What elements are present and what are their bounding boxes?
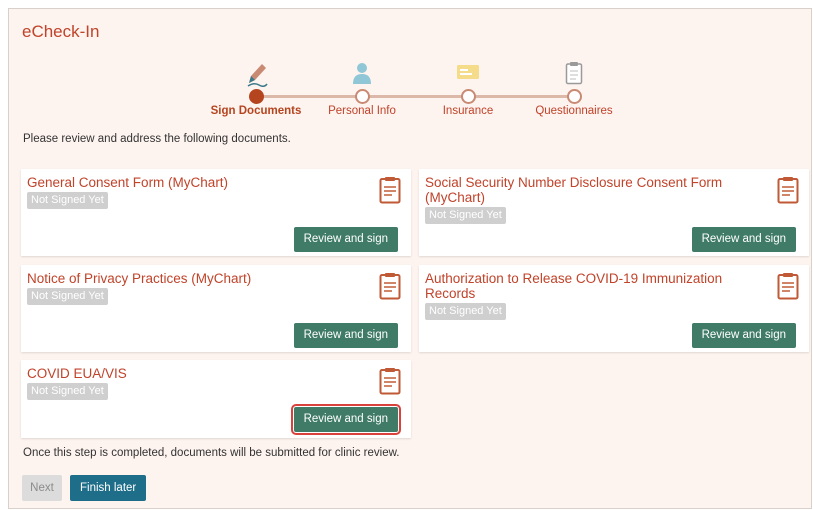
document-card: Notice of Privacy Practices (MyChart) No… — [21, 265, 411, 352]
document-title[interactable]: COVID EUA/VIS — [27, 366, 357, 381]
insurance-card-icon — [457, 65, 479, 79]
document-card: Authorization to Release COVID-19 Immuni… — [419, 265, 809, 352]
review-and-sign-button[interactable]: Review and sign — [691, 227, 796, 252]
document-clipboard-icon — [777, 273, 799, 300]
document-title[interactable]: Authorization to Release COVID-19 Immuni… — [425, 271, 755, 301]
person-icon — [353, 63, 371, 84]
step-sign-documents[interactable]: Sign Documents — [211, 105, 302, 117]
echeckin-panel: eCheck-In Sign Documents Personal Info I… — [8, 8, 812, 509]
review-and-sign-button[interactable]: Review and sign — [290, 404, 402, 435]
instructions-text: Please review and address the following … — [23, 133, 291, 145]
document-card: Social Security Number Disclosure Consen… — [419, 169, 809, 256]
step-connector — [362, 95, 468, 98]
review-and-sign-button[interactable]: Review and sign — [293, 323, 398, 348]
document-clipboard-icon — [777, 177, 799, 204]
document-title[interactable]: General Consent Form (MyChart) — [27, 175, 357, 190]
step-dot-insurance — [461, 89, 476, 104]
review-and-sign-button[interactable]: Review and sign — [691, 323, 796, 348]
step-dot-sign-documents — [249, 89, 264, 104]
status-badge: Not Signed Yet — [27, 383, 108, 400]
document-clipboard-icon — [379, 368, 401, 395]
status-badge: Not Signed Yet — [425, 207, 506, 224]
step-insurance[interactable]: Insurance — [443, 105, 494, 117]
step-connector — [256, 95, 362, 98]
document-card: General Consent Form (MyChart) Not Signe… — [21, 169, 411, 256]
document-title[interactable]: Social Security Number Disclosure Consen… — [425, 175, 755, 205]
review-and-sign-button[interactable]: Review and sign — [293, 227, 398, 252]
step-questionnaires[interactable]: Questionnaires — [535, 105, 612, 117]
step-connector — [468, 95, 574, 98]
submission-note: Once this step is completed, documents w… — [23, 447, 400, 459]
document-card: COVID EUA/VIS Not Signed Yet Review and … — [21, 360, 411, 438]
step-dot-questionnaires — [567, 89, 582, 104]
document-clipboard-icon — [379, 177, 401, 204]
document-title[interactable]: Notice of Privacy Practices (MyChart) — [27, 271, 357, 286]
step-dot-personal-info — [355, 89, 370, 104]
next-button[interactable]: Next — [22, 475, 62, 501]
finish-later-button[interactable]: Finish later — [70, 475, 147, 501]
pen-icon — [247, 64, 268, 87]
step-personal-info[interactable]: Personal Info — [328, 105, 396, 117]
clipboard-icon — [565, 62, 583, 85]
progress-stepper: Sign Documents Personal Info Insurance Q… — [9, 9, 811, 129]
status-badge: Not Signed Yet — [27, 288, 108, 305]
document-clipboard-icon — [379, 273, 401, 300]
status-badge: Not Signed Yet — [27, 192, 108, 209]
status-badge: Not Signed Yet — [425, 303, 506, 320]
